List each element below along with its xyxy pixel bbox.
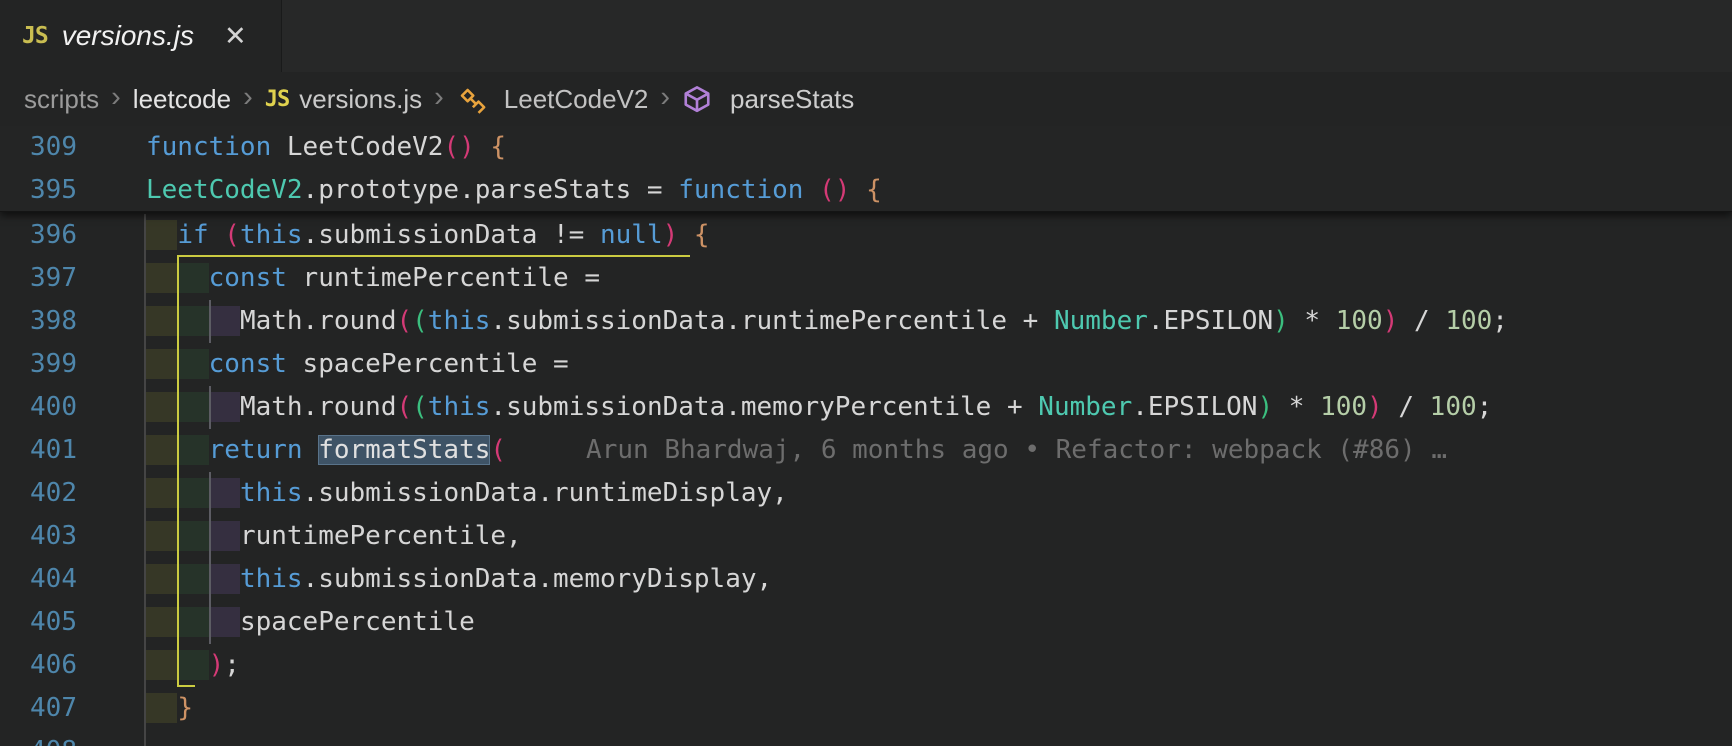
line-number: 397: [0, 257, 77, 300]
breadcrumb-label: leetcode: [133, 84, 231, 115]
code-text: runtimePercentile,: [146, 515, 522, 558]
line-number: 401: [0, 429, 77, 472]
line-number: 405: [0, 601, 77, 644]
code-lines: 396 if (this.submissionData != null) {39…: [0, 214, 1732, 746]
code-text: );: [146, 644, 240, 687]
line-number: 399: [0, 343, 77, 386]
code-text: Math.round((this.submissionData.runtimeP…: [146, 300, 1508, 343]
breadcrumb-item-leetcode[interactable]: leetcode: [133, 84, 231, 115]
code-text: Math.round((this.submissionData.memoryPe…: [146, 386, 1492, 429]
line-number: 398: [0, 300, 77, 343]
code-text: const runtimePercentile =: [146, 257, 600, 300]
code-text: spacePercentile: [146, 601, 475, 644]
cube-icon: [682, 84, 721, 114]
code-text: const spacePercentile =: [146, 343, 569, 386]
word-highlight: formatStats: [318, 435, 490, 465]
line-number: 395: [0, 169, 77, 212]
code-editor[interactable]: 396 if (this.submissionData != null) {39…: [0, 126, 1732, 746]
git-blame-annotation: Arun Bhardwaj, 6 months ago • Refactor: …: [586, 435, 1447, 465]
code-text: return formatStats(Arun Bhardwaj, 6 mont…: [146, 429, 1447, 472]
tab-versions-js[interactable]: JS versions.js ✕: [0, 0, 282, 72]
js-file-icon: JS: [265, 87, 290, 112]
code-text: }: [146, 687, 193, 730]
code-line-309[interactable]: 309 function LeetCodeV2() {: [0, 126, 1732, 169]
breadcrumb-item-leetcodev2[interactable]: LeetCodeV2: [456, 84, 649, 115]
breadcrumb-label: LeetCodeV2: [504, 84, 649, 115]
code-line-405[interactable]: 405 spacePercentile: [0, 601, 1732, 644]
code-text: this.submissionData.runtimeDisplay,: [146, 472, 788, 515]
code-line-401[interactable]: 401 return formatStats(Arun Bhardwaj, 6 …: [0, 429, 1732, 472]
chevron-right-icon: ›: [243, 83, 253, 112]
js-file-icon: JS: [22, 23, 48, 49]
line-number: 406: [0, 644, 77, 687]
code-line-395[interactable]: 395 LeetCodeV2.prototype.parseStats = fun…: [0, 169, 1732, 212]
line-number: 309: [0, 126, 77, 169]
code-line-406[interactable]: 406 );: [0, 644, 1732, 687]
code-text: if (this.submissionData != null) {: [146, 214, 710, 257]
code-line-400[interactable]: 400 Math.round((this.submissionData.memo…: [0, 386, 1732, 429]
line-number: 403: [0, 515, 77, 558]
sticky-scroll: 309 function LeetCodeV2() { 395 LeetCodeV2.…: [0, 126, 1732, 212]
breadcrumb-item-versions-js[interactable]: JS versions.js: [265, 84, 422, 115]
chevron-right-icon: ›: [111, 83, 121, 112]
code-line-402[interactable]: 402 this.submissionData.runtimeDisplay,: [0, 472, 1732, 515]
code-text: LeetCodeV2.prototype.parseStats = functi…: [146, 169, 882, 212]
line-number: 400: [0, 386, 77, 429]
breadcrumb: scripts › leetcode › JS versions.js › LeetCodeV…: [0, 72, 1732, 126]
line-number: 402: [0, 472, 77, 515]
line-number: 407: [0, 687, 77, 730]
breadcrumb-item-scripts[interactable]: scripts: [24, 84, 99, 115]
tab-bar: JS versions.js ✕: [0, 0, 1732, 72]
chevron-right-icon: ›: [434, 83, 444, 112]
close-icon[interactable]: ✕: [218, 19, 253, 54]
line-number: 408: [0, 730, 77, 746]
line-number: 404: [0, 558, 77, 601]
breadcrumb-item-parsestats[interactable]: parseStats: [682, 84, 854, 115]
breadcrumb-label: parseStats: [730, 84, 854, 115]
code-line-399[interactable]: 399 const spacePercentile =: [0, 343, 1732, 386]
breadcrumb-label: scripts: [24, 84, 99, 115]
code-line-403[interactable]: 403 runtimePercentile,: [0, 515, 1732, 558]
line-number: 396: [0, 214, 77, 257]
code-text: function LeetCodeV2() {: [146, 126, 506, 169]
breadcrumb-label: versions.js: [299, 84, 422, 115]
class-icon: [456, 84, 495, 114]
code-line-404[interactable]: 404 this.submissionData.memoryDisplay,: [0, 558, 1732, 601]
code-text: this.submissionData.memoryDisplay,: [146, 558, 772, 601]
code-line-407[interactable]: 407 }: [0, 687, 1732, 730]
code-line-397[interactable]: 397 const runtimePercentile =: [0, 257, 1732, 300]
chevron-right-icon: ›: [660, 83, 670, 112]
code-line-396[interactable]: 396 if (this.submissionData != null) {: [0, 214, 1732, 257]
code-line-408[interactable]: 408: [0, 730, 1732, 746]
code-line-398[interactable]: 398 Math.round((this.submissionData.runt…: [0, 300, 1732, 343]
tab-label: versions.js: [62, 20, 194, 52]
